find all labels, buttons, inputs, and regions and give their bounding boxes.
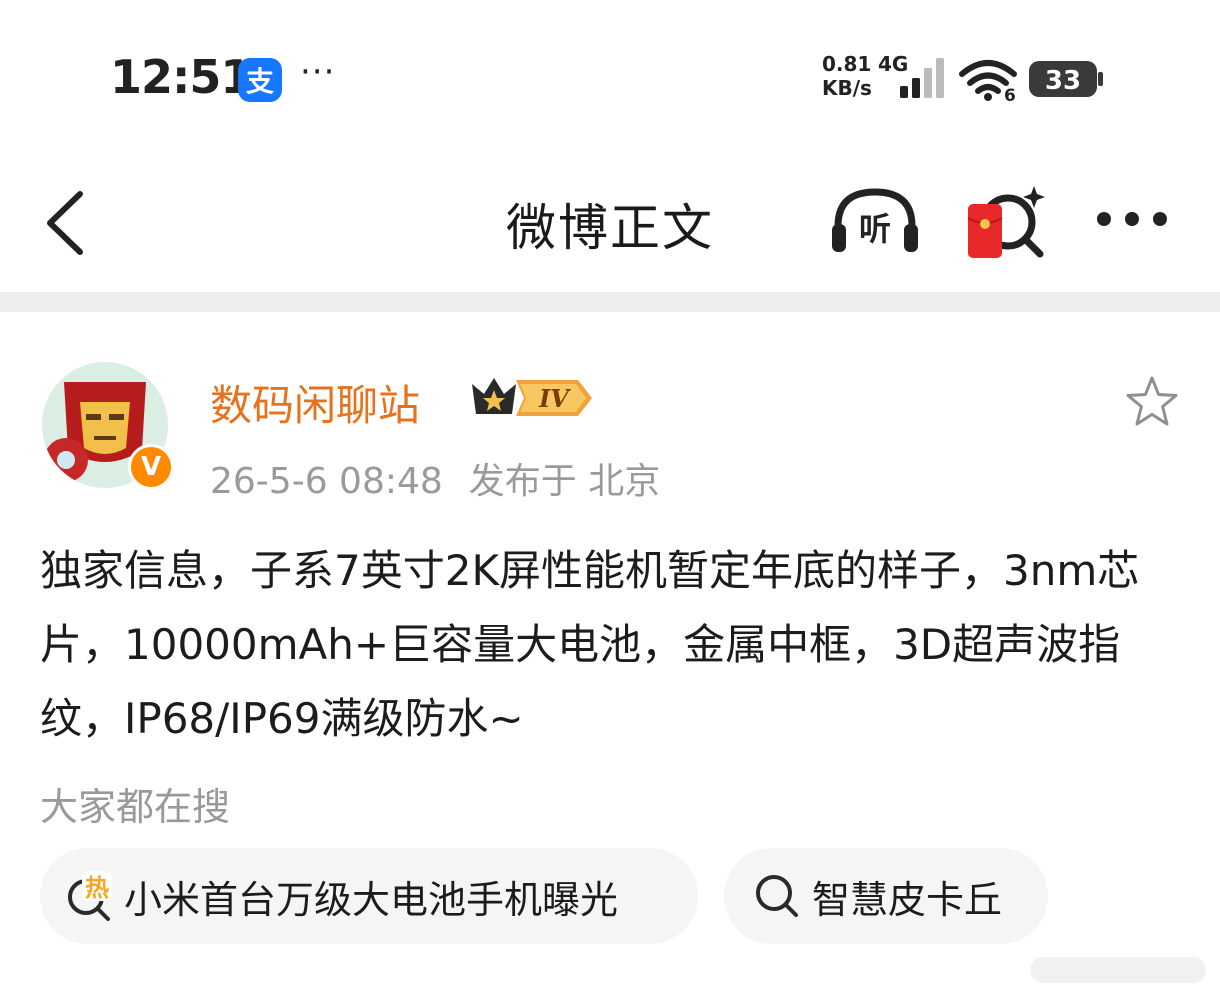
wifi-icon: 6 — [959, 60, 1017, 102]
vip-crown-level-badge: IV — [472, 378, 592, 416]
network-speed: 0.81 KB/s 4G — [822, 52, 908, 100]
username[interactable]: 数码闲聊站 — [210, 372, 420, 433]
hot-search-icon: 热 — [68, 871, 112, 921]
trending-search-label: 大家都在搜 — [40, 785, 231, 829]
network-speed-value: 0.81 — [822, 52, 872, 76]
search-chip-label: 智慧皮卡丘 — [812, 877, 1003, 922]
verified-badge: V — [128, 444, 174, 490]
post-timestamp: 26-5-6 08:48 — [210, 461, 443, 502]
search-chip[interactable]: 智慧皮卡丘 — [724, 848, 1048, 944]
search-chip-hot[interactable]: 热 小米首台万级大电池手机曝光 — [40, 848, 698, 944]
listen-button[interactable]: 听 — [828, 184, 922, 258]
listen-label: 听 — [859, 210, 891, 248]
vip-level: IV — [538, 384, 571, 413]
battery-level: 33 — [1045, 66, 1081, 96]
wifi-band-label: 6 — [1004, 86, 1016, 102]
search-icon — [756, 875, 798, 917]
more-dots-icon[interactable] — [1094, 196, 1170, 242]
post-text: 独家信息，子系7英寸2K屏性能机暂定年底的样子，3nm芯片，10000mAh+巨… — [40, 546, 1140, 743]
headphones-icon: 听 — [832, 188, 918, 252]
post-location: 发布于 北京 — [468, 461, 661, 502]
network-speed-unit: KB/s — [822, 76, 872, 100]
alipay-notification-icon: 支 — [238, 58, 282, 102]
red-packet-search-icon[interactable] — [966, 182, 1050, 262]
home-indicator[interactable] — [1030, 957, 1206, 983]
status-overflow-icon: ··· — [300, 52, 336, 92]
favorite-star-icon[interactable] — [1124, 374, 1180, 430]
search-chip-label: 小米首台万级大电池手机曝光 — [124, 877, 619, 922]
cellular-signal-icon — [900, 58, 944, 98]
battery-icon: 33 — [1029, 61, 1103, 97]
post-meta: 26-5-6 08:48 发布于 北京 — [210, 452, 686, 504]
status-time: 12:51 — [110, 50, 252, 104]
hot-badge: 热 — [85, 874, 109, 902]
section-divider — [0, 292, 1220, 312]
